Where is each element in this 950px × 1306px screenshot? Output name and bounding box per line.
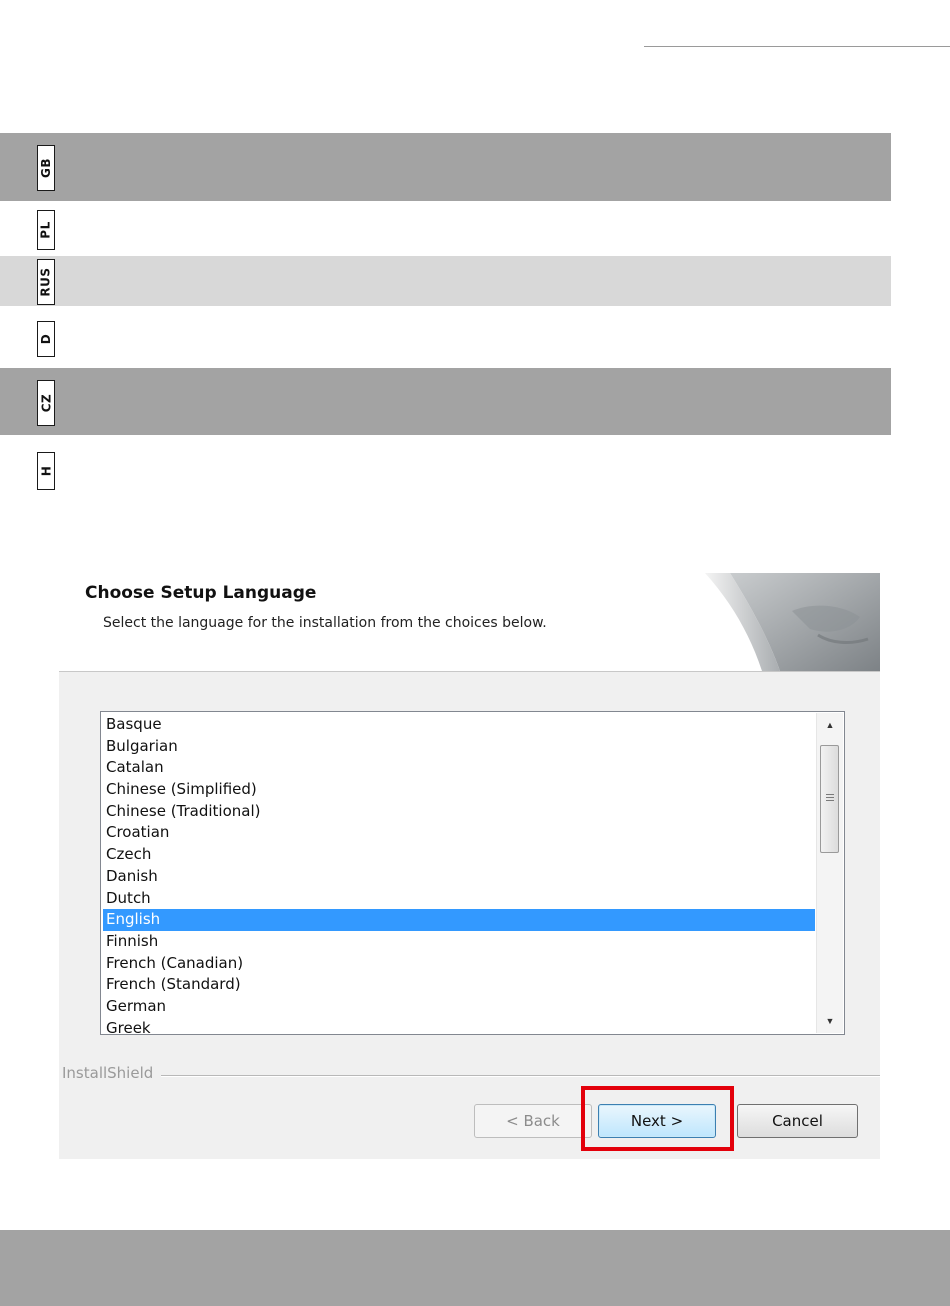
language-tab-label: GB [39, 158, 53, 178]
list-item[interactable]: Dutch [103, 888, 815, 910]
list-item[interactable]: Czech [103, 844, 815, 866]
list-item[interactable]: German [103, 996, 815, 1018]
list-item[interactable]: French (Canadian) [103, 953, 815, 975]
language-listbox[interactable]: Basque Bulgarian Catalan Chinese (Simpli… [100, 711, 845, 1035]
scroll-up-arrow-icon[interactable]: ▲ [817, 713, 843, 737]
installshield-header-graphic [700, 573, 880, 671]
band-cz [0, 368, 891, 435]
language-tab-cz: CZ [37, 380, 55, 426]
back-button[interactable]: < Back [474, 1104, 592, 1138]
footer-band [0, 1230, 950, 1306]
brand-divider [161, 1075, 880, 1077]
language-tab-label: PL [39, 221, 54, 239]
grip-icon [826, 794, 834, 803]
list-item[interactable]: Chinese (Simplified) [103, 779, 815, 801]
installshield-brand: InstallShield [62, 1064, 160, 1082]
band-gb [0, 133, 891, 201]
band-rus [0, 256, 891, 306]
scroll-down-arrow-icon[interactable]: ▼ [817, 1009, 843, 1033]
language-tab-rus: RUS [37, 259, 55, 305]
list-item[interactable]: Bulgarian [103, 736, 815, 758]
language-tab-h: H [37, 452, 55, 490]
next-button-highlight [581, 1086, 734, 1151]
dialog-header: Choose Setup Language Select the languag… [59, 573, 880, 672]
language-tab-label: CZ [39, 393, 54, 413]
top-rule [644, 46, 950, 47]
list-item[interactable]: Chinese (Traditional) [103, 801, 815, 823]
scroll-thumb[interactable] [820, 745, 839, 853]
list-item[interactable]: Finnish [103, 931, 815, 953]
list-item-selected[interactable]: English [103, 909, 815, 931]
language-tab-pl: PL [37, 210, 55, 250]
list-item[interactable]: French (Standard) [103, 974, 815, 996]
language-tab-gb: GB [37, 145, 55, 191]
setup-language-dialog: Choose Setup Language Select the languag… [59, 573, 880, 1159]
language-tab-d: D [37, 321, 55, 357]
list-item[interactable]: Basque [103, 714, 815, 736]
list-item[interactable]: Danish [103, 866, 815, 888]
list-item[interactable]: Catalan [103, 757, 815, 779]
dialog-subtitle: Select the language for the installation… [103, 615, 547, 631]
listbox-scrollbar[interactable]: ▲ ▼ [816, 713, 843, 1033]
language-list: Basque Bulgarian Catalan Chinese (Simpli… [103, 714, 815, 1034]
language-tab-label: D [39, 333, 53, 345]
language-tab-label: RUS [39, 267, 54, 297]
language-tab-label: H [38, 465, 53, 477]
list-item[interactable]: Croatian [103, 822, 815, 844]
cancel-button[interactable]: Cancel [737, 1104, 858, 1138]
dialog-title: Choose Setup Language [85, 583, 317, 603]
list-item[interactable]: Greek [103, 1018, 815, 1034]
